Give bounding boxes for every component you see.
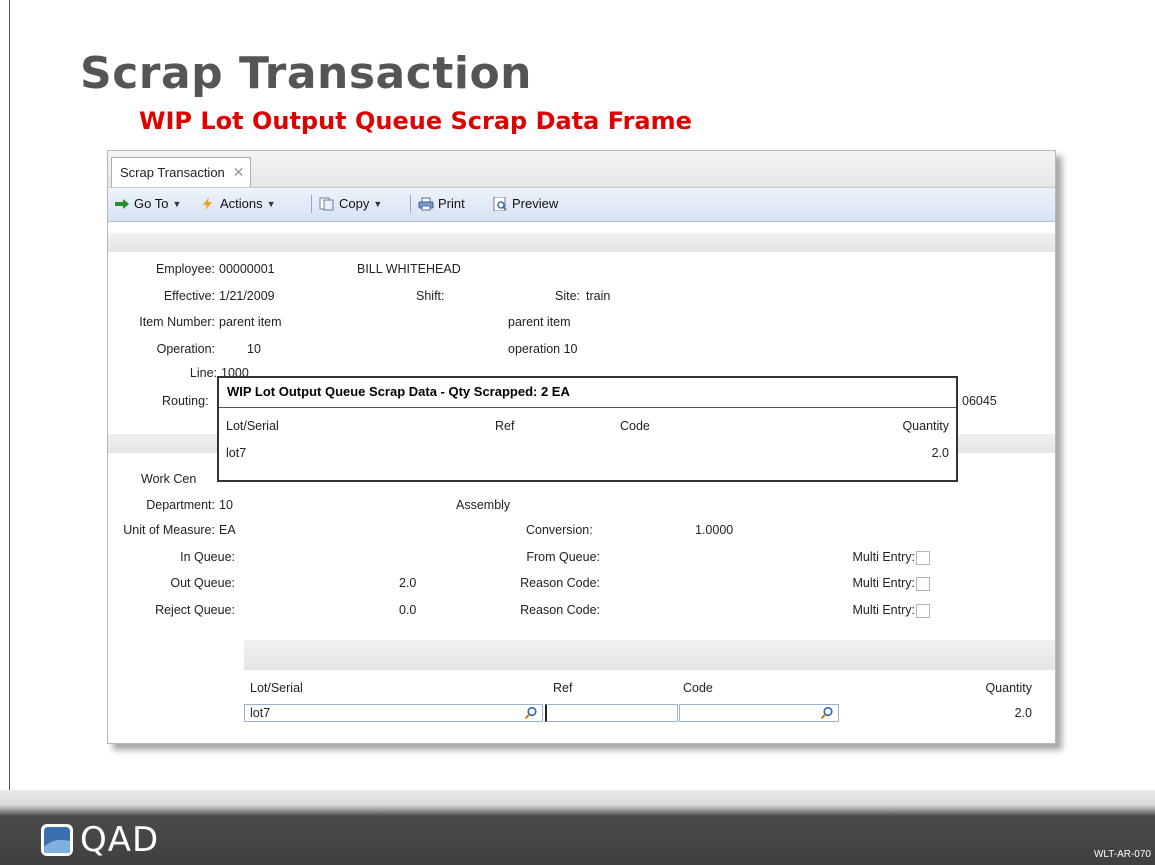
item-number-field[interactable]: parent item — [219, 315, 282, 329]
copy-button[interactable]: Copy ▼ — [319, 196, 382, 211]
line-label: Line: — [189, 366, 217, 380]
popup-title: WIP Lot Output Queue Scrap Data - Qty Sc… — [227, 384, 570, 399]
slide-code: WLT-AR-070 — [1093, 849, 1151, 860]
search-icon[interactable] — [820, 706, 834, 720]
out-queue-label: Out Queue: — [170, 576, 235, 590]
arrow-icon — [115, 198, 129, 209]
copy-icon — [319, 197, 334, 210]
lot-serial-input[interactable]: lot7 — [244, 704, 543, 722]
popup-row-quantity[interactable]: 2.0 — [859, 446, 949, 460]
department-label: Department: — [146, 498, 215, 512]
multi-entry-label: Multi Entry: — [852, 550, 915, 564]
copy-label: Copy — [339, 196, 370, 211]
effective-field[interactable]: 1/21/2009 — [219, 289, 275, 303]
scrap-data-popup: WIP Lot Output Queue Scrap Data - Qty Sc… — [217, 376, 958, 482]
popup-col-code: Code — [620, 419, 650, 433]
reject-queue-label: Reject Queue: — [155, 603, 235, 617]
actions-label: Actions — [220, 196, 263, 211]
reason-code-label: Reason Code: — [520, 603, 600, 617]
popup-row-lot[interactable]: lot7 — [226, 446, 246, 460]
from-queue-label: From Queue: — [526, 550, 600, 564]
operation-label: Operation: — [156, 342, 215, 356]
item-number-label: Item Number: — [139, 315, 215, 329]
multi-entry-checkbox[interactable] — [916, 577, 930, 591]
chevron-down-icon: ▼ — [172, 198, 182, 209]
toolbar-divider — [311, 195, 312, 213]
slide-subtitle: WIP Lot Output Queue Scrap Data Frame — [139, 107, 692, 135]
qad-logo: QAD — [40, 820, 159, 860]
popup-col-lot-serial: Lot/Serial — [226, 419, 279, 433]
preview-button[interactable]: Preview — [492, 196, 558, 211]
grid-header-band — [244, 640, 1055, 670]
goto-button[interactable]: Go To ▼ — [114, 196, 181, 211]
code-input[interactable] — [679, 704, 839, 722]
toolbar-divider — [410, 195, 411, 213]
item-description: parent item — [508, 315, 571, 329]
quantity-field[interactable]: 2.0 — [950, 706, 1032, 720]
conversion-label: Conversion: — [526, 523, 593, 537]
print-label: Print — [438, 196, 465, 211]
footer-bar — [0, 790, 1155, 865]
popup-divider — [219, 407, 956, 408]
department-description: Assembly — [456, 498, 511, 512]
employee-field[interactable]: 00000001 — [219, 262, 275, 276]
popup-col-ref: Ref — [495, 419, 515, 433]
in-queue-label: In Queue: — [180, 550, 235, 564]
qad-logo-icon — [41, 824, 73, 856]
actions-button[interactable]: Actions ▼ — [200, 196, 276, 211]
uom-label: Unit of Measure: — [123, 523, 215, 537]
popup-col-quantity: Quantity — [902, 419, 949, 433]
printer-icon — [418, 197, 434, 210]
multi-entry-checkbox[interactable] — [916, 604, 930, 618]
grid-col-quantity: Quantity — [985, 681, 1032, 695]
operation-field[interactable]: 10 — [247, 342, 261, 356]
lightning-icon — [203, 196, 212, 211]
tab-bar: Scrap Transaction ✕ — [108, 151, 1055, 188]
preview-icon — [493, 196, 507, 211]
slide: Scrap Transaction WIP Lot Output Queue S… — [0, 0, 1155, 865]
multi-entry-label: Multi Entry: — [852, 576, 915, 590]
site-label: Site: — [555, 289, 581, 303]
shift-label: Shift: — [416, 289, 445, 303]
reject-queue-value: 0.0 — [399, 603, 417, 617]
conversion-field[interactable]: 1.0000 — [695, 523, 733, 537]
tab-scrap-transaction[interactable]: Scrap Transaction ✕ — [111, 157, 251, 187]
operation-description: operation 10 — [508, 342, 578, 356]
qad-logo-text: QAD — [80, 820, 160, 860]
goto-label: Go To — [134, 196, 169, 211]
chevron-down-icon: ▼ — [266, 198, 276, 209]
work-center-label: Work Cen — [141, 472, 197, 486]
routing-value: 06045 — [962, 394, 997, 408]
out-queue-value: 2.0 — [399, 576, 417, 590]
search-icon[interactable] — [524, 706, 538, 720]
preview-label: Preview — [512, 196, 559, 211]
section-band — [108, 233, 1055, 252]
grid-col-code: Code — [683, 681, 713, 695]
multi-entry-checkbox[interactable] — [916, 551, 930, 565]
effective-label: Effective: — [163, 289, 215, 303]
multi-entry-label: Multi Entry: — [852, 603, 915, 617]
tab-label: Scrap Transaction — [120, 165, 225, 180]
grid-col-ref: Ref — [553, 681, 573, 695]
department-field[interactable]: 10 — [219, 498, 233, 512]
toolbar: Go To ▼ Actions ▼ Copy ▼ Print Preview — [108, 188, 1055, 222]
employee-name: BILL WHITEHEAD — [357, 262, 461, 276]
site-field[interactable]: train — [586, 289, 610, 303]
close-icon[interactable]: ✕ — [233, 164, 245, 181]
employee-label: Employee: — [155, 262, 215, 276]
chevron-down-icon: ▼ — [373, 198, 383, 209]
reason-code-label: Reason Code: — [520, 576, 600, 590]
slide-title: Scrap Transaction — [80, 48, 533, 99]
print-button[interactable]: Print — [418, 196, 465, 211]
uom-field[interactable]: EA — [219, 523, 236, 537]
routing-label: Routing: — [162, 394, 209, 408]
ref-input[interactable] — [545, 704, 678, 722]
grid-col-lot-serial: Lot/Serial — [250, 681, 303, 695]
